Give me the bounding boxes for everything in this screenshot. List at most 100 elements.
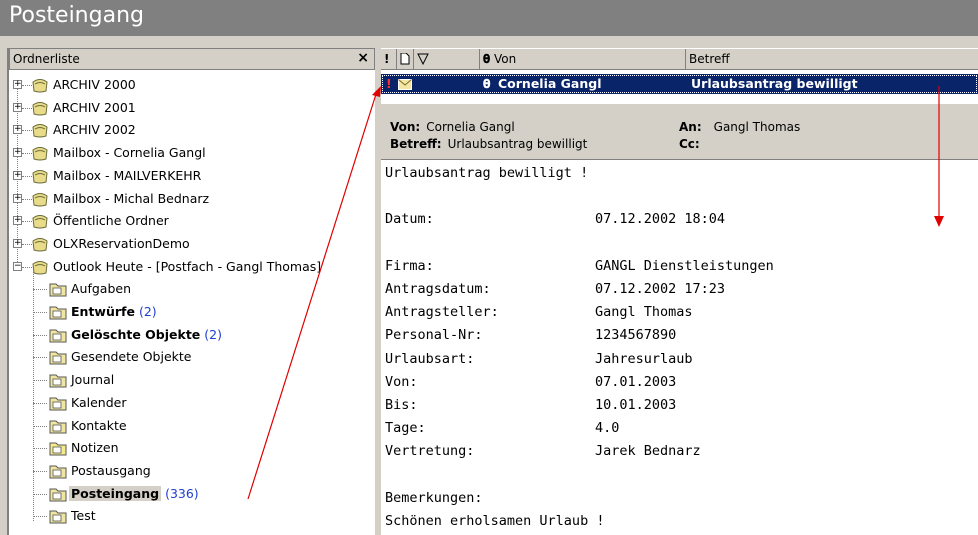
message-list-pane: ! 𝛉 Von Betreff ! 𝛉 Cornelia Gangl Urlau… (381, 48, 978, 104)
folder-name: Notizen (71, 440, 119, 455)
expand-icon[interactable]: + (13, 239, 22, 248)
expand-icon[interactable]: + (13, 216, 22, 225)
folder-item[interactable]: + Mailbox - Michal Bednarz (9, 188, 375, 210)
column-flag[interactable] (414, 49, 480, 70)
column-from[interactable]: 𝛉 Von (480, 49, 686, 70)
folder-item[interactable]: + Mailbox - MAILVERKEHR (9, 165, 375, 187)
attachment-icon: 𝛉 (483, 52, 491, 66)
notes-icon (49, 442, 67, 456)
folder-list-title: Ordnerliste (13, 52, 80, 66)
body-line: Von: 07.01.2003 (385, 372, 676, 392)
folder-item[interactable]: + ARCHIV 2001 (9, 97, 375, 119)
window-title: Posteingang (9, 3, 144, 28)
column-subject-label: Betreff (689, 52, 730, 66)
collapse-icon[interactable]: − (13, 262, 22, 271)
folder-item[interactable]: + ARCHIV 2000 (9, 74, 375, 96)
deleted-items-icon (49, 329, 67, 343)
message-subject: Urlaubsantrag bewilligt (691, 76, 858, 91)
folder-list-header: Ordnerliste × (9, 48, 375, 70)
body-field-label: Urlaubsart: (385, 350, 475, 367)
body-line: Bemerkungen: (385, 488, 483, 508)
body-line: Firma: GANGL Dienstleistungen (385, 256, 774, 276)
body-field-label: Von: (385, 373, 418, 390)
preview-to-value: Gangl Thomas (713, 120, 801, 134)
column-importance[interactable]: ! (381, 49, 397, 70)
folder-item[interactable]: + Öffentliche Ordner (9, 210, 375, 232)
column-subject[interactable]: Betreff (686, 49, 978, 70)
unread-count: (2) (138, 304, 157, 319)
folder-item[interactable]: + ARCHIV 2002 (9, 119, 375, 141)
folder-item[interactable]: Test (9, 505, 375, 527)
folder-item[interactable]: + Mailbox - Cornelia Gangl (9, 142, 375, 164)
message-row[interactable]: ! 𝛉 Cornelia Gangl Urlaubsantrag bewilli… (381, 74, 978, 94)
paperclip-icon: 𝛉 (483, 76, 491, 91)
expand-icon[interactable]: + (13, 80, 22, 89)
folder-item-label: Postausgang (71, 460, 151, 482)
folder-item[interactable]: Postausgang (9, 460, 375, 482)
folder-item-label: Mailbox - MAILVERKEHR (53, 165, 201, 187)
folder-item[interactable]: Kalender (9, 392, 375, 414)
folder-item[interactable]: Entwürfe (2) (9, 301, 375, 323)
folder-item[interactable]: − Outlook Heute - [Postfach - Gangl Thoma… (9, 256, 375, 278)
folder-item-label: Öffentliche Ordner (53, 210, 169, 232)
message-list-header: ! 𝛉 Von Betreff (381, 48, 978, 70)
folder-name: Aufgaben (71, 281, 132, 296)
folder-item[interactable]: Aufgaben (9, 278, 375, 300)
body-field-label: Personal-Nr: (385, 327, 483, 344)
body-line: Antragsdatum: 07.12.2002 17:23 (385, 279, 725, 299)
expand-icon[interactable]: + (13, 125, 22, 134)
folder-name: Entwürfe (71, 304, 135, 319)
folder-name: Mailbox - Michal Bednarz (53, 191, 210, 206)
expand-icon[interactable]: + (13, 171, 22, 180)
pst-folder-icon (32, 79, 48, 93)
folder-name: Posteingang (69, 486, 162, 501)
pst-folder-icon (32, 238, 48, 252)
reading-pane: Von: Cornelia Gangl Betreff: Urlaubsantrag… (381, 110, 978, 535)
body-line: Schönen erholsamen Urlaub ! (385, 511, 604, 531)
body-line: Urlaubsart: Jahresurlaub (385, 349, 693, 369)
folder-name: Postausgang (71, 463, 151, 478)
folder-name: Gelöschte Objekte (71, 327, 201, 342)
folder-item[interactable]: Gelöschte Objekte (2) (9, 324, 375, 346)
pst-folder-icon (32, 124, 48, 138)
body-field-value: 1234567890 (595, 327, 677, 344)
unread-count: (2) (204, 327, 222, 342)
column-item-type[interactable] (397, 49, 414, 70)
folder-item[interactable]: + OLXReservationDemo (9, 233, 375, 255)
folder-item-label: Mailbox - Cornelia Gangl (53, 142, 206, 164)
folder-name: ARCHIV 2002 (53, 122, 136, 137)
folder-item-label: Test (71, 505, 96, 527)
folder-name: Mailbox - Cornelia Gangl (53, 145, 206, 160)
close-folder-list-icon[interactable]: × (357, 50, 369, 66)
tree-connector (33, 516, 47, 517)
body-field-value: 07.12.2002 17:23 (595, 281, 726, 297)
folder-name: Kontakte (71, 418, 127, 433)
folder-item-label: OLXReservationDemo (53, 233, 190, 255)
unread-count: (336) (165, 486, 199, 501)
preview-to: An: Gangl Thomas (679, 120, 800, 134)
folder-item[interactable]: Gesendete Objekte (9, 346, 375, 368)
folder-item[interactable]: Notizen (9, 437, 375, 459)
tasks-icon (49, 283, 67, 297)
expand-icon[interactable]: + (13, 194, 22, 203)
folder-name: ARCHIV 2000 (53, 77, 136, 92)
body-field-label: Antragsteller: (385, 304, 499, 321)
tree-connector (33, 448, 47, 449)
folder-item[interactable]: Journal (9, 369, 375, 391)
folder-item[interactable]: Kontakte (9, 415, 375, 437)
body-field-label: Vertretung: (385, 443, 475, 460)
mailbox-icon (32, 193, 48, 207)
folder-item[interactable]: Posteingang (336) (9, 483, 375, 505)
message-from: Cornelia Gangl (498, 76, 602, 91)
folder-name: ARCHIV 2001 (53, 100, 136, 115)
outlook-today-icon (32, 261, 48, 275)
tree-connector (33, 312, 47, 313)
item-type-icon (400, 53, 410, 65)
mailbox-icon (32, 147, 48, 161)
folder-item-label: Journal (71, 369, 114, 391)
preview-subject: Betreff: Urlaubsantrag bewilligt (390, 137, 587, 151)
expand-icon[interactable]: + (13, 103, 22, 112)
expand-icon[interactable]: + (13, 148, 22, 157)
tree-connector (33, 471, 47, 472)
folder-name: Öffentliche Ordner (53, 213, 169, 228)
